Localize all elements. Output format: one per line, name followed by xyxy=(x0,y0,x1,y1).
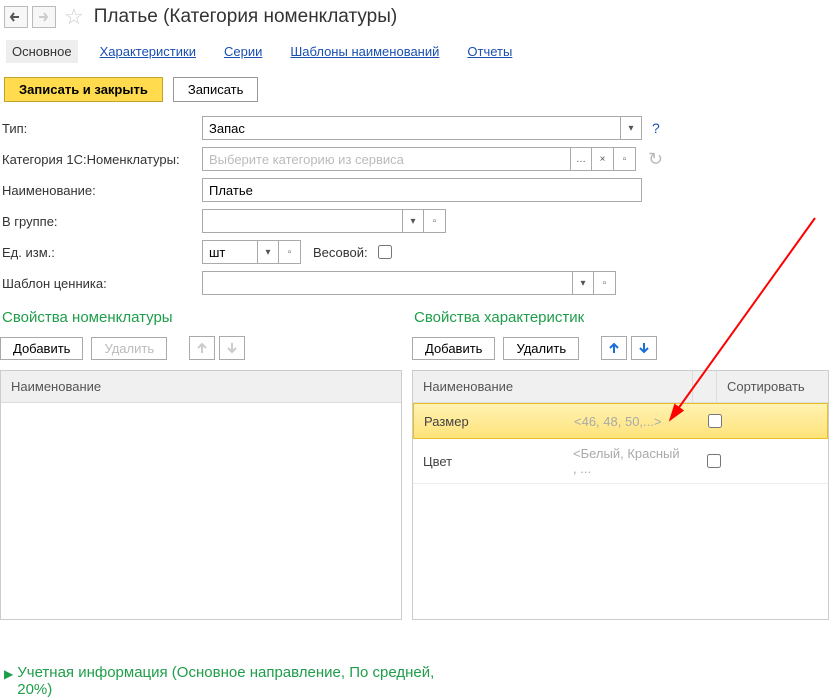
char-props-add-button[interactable]: Добавить xyxy=(412,337,495,360)
price-tpl-dropdown-button[interactable]: ▾ xyxy=(572,271,594,295)
page-title: Платье (Категория номенклатуры) xyxy=(94,6,397,28)
arrow-up-icon xyxy=(608,341,620,355)
cat1c-clear-button[interactable]: × xyxy=(592,147,614,171)
char-props-move-up-button[interactable] xyxy=(601,336,627,360)
item-props-col-name[interactable]: Наименование xyxy=(1,371,401,402)
type-label: Тип: xyxy=(0,121,202,136)
uom-label: Ед. изм.: xyxy=(0,245,202,260)
accounting-info-label: Учетная информация (Основное направление… xyxy=(17,664,437,698)
accounting-info-expander[interactable]: ▶ Учетная информация (Основное направлен… xyxy=(4,664,437,698)
item-props-add-button[interactable]: Добавить xyxy=(0,337,83,360)
cat1c-input[interactable] xyxy=(202,147,570,171)
group-dropdown-button[interactable]: ▾ xyxy=(402,209,424,233)
arrow-right-icon xyxy=(37,11,51,23)
arrow-down-icon xyxy=(226,341,238,355)
item-props-title: Свойства номенклатуры xyxy=(2,309,402,326)
nav-back-button[interactable] xyxy=(4,6,28,28)
char-props-col-sort[interactable]: Сортировать xyxy=(717,371,828,402)
name-label: Наименование: xyxy=(0,183,202,198)
char-row-name: Размер xyxy=(414,407,564,436)
char-row-hint: <46, 48, 50,...> xyxy=(564,407,694,436)
cat1c-open-button[interactable]: ▫ xyxy=(614,147,636,171)
uom-dropdown-button[interactable]: ▾ xyxy=(257,240,279,264)
group-input[interactable] xyxy=(202,209,402,233)
cat1c-ellipsis-button[interactable]: … xyxy=(570,147,592,171)
arrow-up-icon xyxy=(196,341,208,355)
type-help-icon[interactable]: ? xyxy=(652,120,660,136)
cat1c-label: Категория 1С:Номенклатуры: xyxy=(0,152,202,167)
price-tpl-label: Шаблон ценника: xyxy=(0,276,202,291)
uom-open-button[interactable]: ▫ xyxy=(279,240,301,264)
favorite-star-icon[interactable]: ☆ xyxy=(64,4,84,30)
char-props-move-down-button[interactable] xyxy=(631,336,657,360)
tab-bar: Основное Характеристики Серии Шаблоны на… xyxy=(0,38,833,67)
char-row-hint: <Белый, Красный , ... xyxy=(563,439,693,483)
group-open-button[interactable]: ▫ xyxy=(424,209,446,233)
uom-input[interactable] xyxy=(202,240,257,264)
char-props-table: Наименование Сортировать Размер <46, 48,… xyxy=(412,370,829,620)
price-tpl-open-button[interactable]: ▫ xyxy=(594,271,616,295)
type-input[interactable] xyxy=(202,116,620,140)
save-and-close-button[interactable]: Записать и закрыть xyxy=(4,77,163,102)
weight-label: Весовой: xyxy=(313,245,368,260)
arrow-left-icon xyxy=(9,11,23,23)
item-props-move-down-button[interactable] xyxy=(219,336,245,360)
tab-name-templates[interactable]: Шаблоны наименований xyxy=(284,40,445,63)
table-row[interactable]: Цвет <Белый, Красный , ... xyxy=(413,439,828,484)
cat1c-refresh-icon[interactable]: ↻ xyxy=(648,149,663,170)
tab-reports[interactable]: Отчеты xyxy=(461,40,518,63)
tab-main[interactable]: Основное xyxy=(6,40,78,63)
tab-series[interactable]: Серии xyxy=(218,40,268,63)
char-props-title: Свойства характеристик xyxy=(414,309,829,326)
item-props-move-up-button[interactable] xyxy=(189,336,215,360)
chevron-right-icon: ▶ xyxy=(4,667,13,681)
item-props-delete-button[interactable]: Удалить xyxy=(91,337,167,360)
char-row-sort-checkbox[interactable] xyxy=(707,454,721,468)
nav-forward-button[interactable] xyxy=(32,6,56,28)
arrow-down-icon xyxy=(638,341,650,355)
save-button[interactable]: Записать xyxy=(173,77,259,102)
name-input[interactable] xyxy=(202,178,642,202)
item-props-table: Наименование xyxy=(0,370,402,620)
char-props-delete-button[interactable]: Удалить xyxy=(503,337,579,360)
weight-checkbox[interactable] xyxy=(378,245,392,259)
price-tpl-input[interactable] xyxy=(202,271,572,295)
char-row-name: Цвет xyxy=(413,447,563,476)
char-row-sort-checkbox[interactable] xyxy=(708,414,722,428)
tab-characteristics[interactable]: Характеристики xyxy=(94,40,202,63)
type-dropdown-button[interactable]: ▾ xyxy=(620,116,642,140)
char-props-col-check[interactable] xyxy=(693,371,717,402)
char-props-col-name[interactable]: Наименование xyxy=(413,371,693,402)
group-label: В группе: xyxy=(0,214,202,229)
table-row[interactable]: Размер <46, 48, 50,...> xyxy=(413,403,828,439)
